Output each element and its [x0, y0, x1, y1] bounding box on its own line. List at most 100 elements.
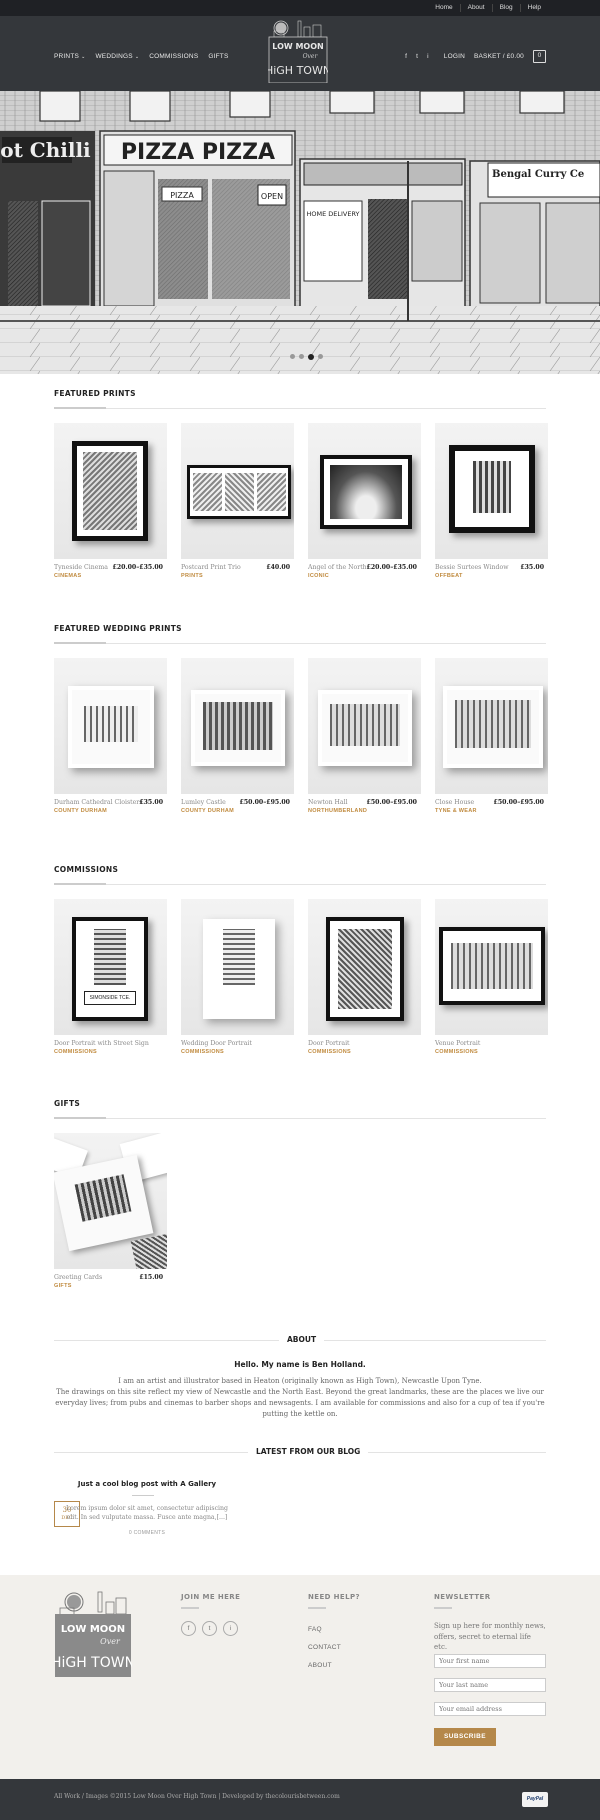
product-category[interactable]: GIFTS — [54, 1283, 72, 1289]
product-name[interactable]: Lumley Castle — [181, 799, 226, 806]
product-image[interactable] — [181, 658, 294, 794]
product-card[interactable]: Angel of the North £20.00–£35.00 ICONIC — [308, 423, 421, 579]
footer-link-faq[interactable]: FAQ — [308, 1626, 322, 1633]
newsletter-first-name-input[interactable] — [434, 1654, 546, 1668]
sign-pizza-small: PIZZA — [170, 191, 194, 200]
instagram-icon[interactable]: i — [223, 1621, 238, 1636]
product-category[interactable]: COUNTY DURHAM — [181, 808, 234, 814]
product-name[interactable]: Venue Portrait — [435, 1040, 480, 1047]
product-image[interactable] — [308, 423, 421, 559]
footer-rule — [181, 1607, 199, 1609]
site-footer: LOW MOON Over HiGH TOWN JOIN ME HERE f t… — [0, 1575, 600, 1779]
product-name[interactable]: Wedding Door Portrait — [181, 1040, 252, 1047]
product-name[interactable]: Angel of the North — [308, 564, 367, 571]
product-image[interactable]: SIMONSIDE TCE. — [54, 899, 167, 1035]
section-title-commissions: COMMISSIONS — [54, 865, 119, 874]
product-image[interactable] — [435, 423, 548, 559]
product-name[interactable]: Bessie Surtees Window — [435, 564, 509, 571]
facebook-icon[interactable]: f — [405, 53, 407, 60]
chevron-down-icon: ⌄ — [134, 54, 140, 60]
slider-dot-active[interactable] — [308, 354, 314, 360]
blog-post-comments[interactable]: 0 COMMENTS — [54, 1530, 240, 1536]
product-image[interactable] — [435, 658, 548, 794]
product-name[interactable]: Door Portrait — [308, 1040, 350, 1047]
newsletter-last-name-input[interactable] — [434, 1678, 546, 1692]
top-link-blog[interactable]: Blog — [491, 4, 520, 12]
nav-commissions[interactable]: COMMISSIONS — [149, 53, 198, 60]
product-image[interactable] — [181, 423, 294, 559]
product-card[interactable]: Venue Portrait COMMISSIONS — [435, 899, 548, 1055]
product-card[interactable]: Durham Cathedral Cloisters £35.00 COUNTY… — [54, 658, 167, 814]
sign-open: OPEN — [261, 192, 283, 201]
top-link-home[interactable]: Home — [428, 4, 459, 12]
twitter-icon[interactable]: t — [202, 1621, 217, 1636]
about-heading: Hello. My name is Ben Holland. — [234, 1360, 366, 1369]
product-card[interactable]: Close House £50.00–£95.00 TYNE & WEAR — [435, 658, 548, 814]
about-title: ABOUT — [279, 1335, 325, 1344]
cart-icon[interactable]: 0 — [533, 50, 546, 63]
section-divider — [54, 1117, 546, 1119]
product-category[interactable]: NORTHUMBERLAND — [308, 808, 367, 814]
basket-link[interactable]: BASKET / £0.00 — [474, 53, 524, 60]
slider-dot[interactable] — [290, 354, 295, 359]
product-name[interactable]: Durham Cathedral Cloisters — [54, 799, 142, 806]
product-image[interactable] — [54, 1133, 167, 1269]
product-card[interactable]: Wedding Door Portrait COMMISSIONS — [181, 899, 294, 1055]
blog-post-excerpt: Lorem ipsum dolor sit amet, consectetur … — [66, 1505, 228, 1521]
product-card[interactable]: Bessie Surtees Window £35.00 OFFBEAT — [435, 423, 548, 579]
top-link-about[interactable]: About — [459, 4, 492, 12]
product-name[interactable]: Tyneside Cinema — [54, 564, 108, 571]
product-card[interactable]: Newton Hall £50.00–£95.00 NORTHUMBERLAND — [308, 658, 421, 814]
product-name[interactable]: Door Portrait with Street Sign — [54, 1040, 149, 1047]
product-card[interactable]: Lumley Castle £50.00–£95.00 COUNTY DURHA… — [181, 658, 294, 814]
twitter-icon[interactable]: t — [416, 53, 418, 60]
product-category[interactable]: TYNE & WEAR — [435, 808, 477, 814]
product-name[interactable]: Close House — [435, 799, 474, 806]
footer-link-about[interactable]: ABOUT — [308, 1662, 332, 1669]
product-card[interactable]: Door Portrait COMMISSIONS — [308, 899, 421, 1055]
product-name[interactable]: Postcard Print Trio — [181, 564, 241, 571]
product-card[interactable]: Tyneside Cinema £20.00–£35.00 CINEMAS — [54, 423, 167, 579]
hero-slider[interactable]: Hot Chilli PIZZA PIZZA PIZZA OPEN HOME D… — [0, 91, 600, 374]
nav-prints[interactable]: PRINTS ⌄ — [54, 53, 85, 60]
product-category[interactable]: COMMISSIONS — [54, 1049, 97, 1055]
product-category[interactable]: CINEMAS — [54, 573, 81, 579]
about-text-1: I am an artist and illustrator based in … — [118, 1377, 482, 1385]
blog-post-card[interactable]: Just a cool blog post with A Gallery 30 … — [54, 1478, 240, 1558]
product-category[interactable]: COMMISSIONS — [308, 1049, 351, 1055]
slider-dot[interactable] — [299, 354, 304, 359]
product-image[interactable] — [435, 899, 548, 1035]
product-image[interactable] — [54, 423, 167, 559]
subscribe-button[interactable]: SUBSCRIBE — [434, 1728, 496, 1746]
footer-link-contact[interactable]: CONTACT — [308, 1644, 341, 1651]
product-price: £40.00 — [266, 564, 290, 571]
newsletter-email-input[interactable] — [434, 1702, 546, 1716]
product-card[interactable]: Greeting Cards £15.00 GIFTS — [54, 1133, 167, 1289]
product-category[interactable]: OFFBEAT — [435, 573, 463, 579]
footer-logo-line1: LOW MOON — [61, 1624, 125, 1635]
top-link-help[interactable]: Help — [519, 4, 548, 12]
product-card[interactable]: SIMONSIDE TCE. Door Portrait with Street… — [54, 899, 167, 1055]
product-name[interactable]: Greeting Cards — [54, 1274, 102, 1281]
main-nav: PRINTS ⌄ WEDDINGS ⌄ COMMISSIONS GIFTS — [54, 53, 229, 60]
nav-gifts[interactable]: GIFTS — [208, 53, 228, 60]
product-image[interactable] — [54, 658, 167, 794]
site-logo[interactable]: LOW MOON Over HiGH TOWN — [268, 19, 328, 83]
product-category[interactable]: ICONIC — [308, 573, 329, 579]
blog-post-title[interactable]: Just a cool blog post with A Gallery — [54, 1480, 240, 1488]
product-image[interactable] — [181, 899, 294, 1035]
product-image[interactable] — [308, 899, 421, 1035]
product-image[interactable] — [308, 658, 421, 794]
product-category[interactable]: COMMISSIONS — [435, 1049, 478, 1055]
instagram-icon[interactable]: i — [427, 53, 429, 60]
slider-dot[interactable] — [318, 354, 323, 359]
login-link[interactable]: LOGIN — [444, 53, 465, 60]
nav-weddings[interactable]: WEDDINGS ⌄ — [95, 53, 139, 60]
product-category[interactable]: PRINTS — [181, 573, 203, 579]
product-category[interactable]: COUNTY DURHAM — [54, 808, 107, 814]
footer-logo[interactable]: LOW MOON Over HiGH TOWN — [54, 1590, 132, 1678]
facebook-icon[interactable]: f — [181, 1621, 196, 1636]
product-name[interactable]: Newton Hall — [308, 799, 348, 806]
product-category[interactable]: COMMISSIONS — [181, 1049, 224, 1055]
product-card[interactable]: Postcard Print Trio £40.00 PRINTS — [181, 423, 294, 579]
